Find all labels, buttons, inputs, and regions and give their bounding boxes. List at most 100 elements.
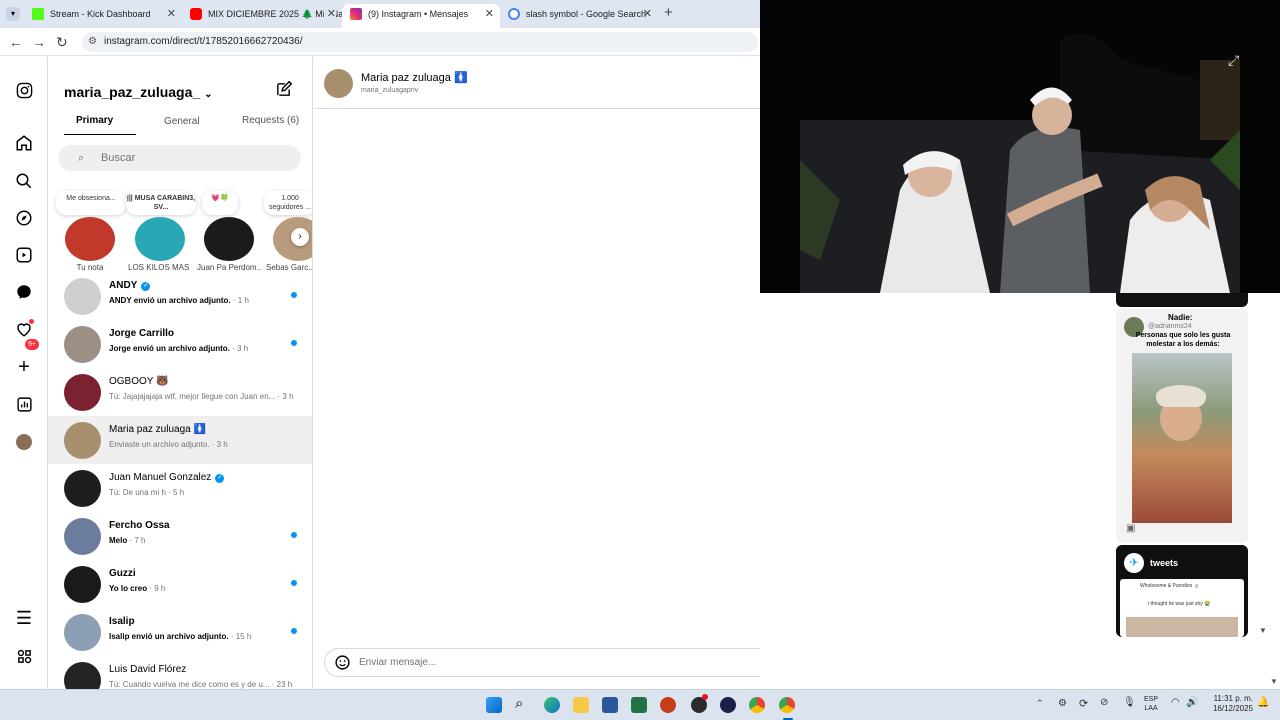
story-avatar[interactable] [204,217,254,261]
chat-avatar[interactable] [324,69,353,98]
next-arrow-icon[interactable]: › [291,228,309,246]
powerpoint-icon[interactable] [660,697,676,713]
note-bubble[interactable]: ||| MUSA CARABIN3, SV... [126,191,196,215]
word-icon[interactable] [602,697,618,713]
volume-icon[interactable]: 🔊 [1186,697,1198,708]
scroll-down-icon[interactable]: ▼ [1270,677,1278,686]
chevron-down-icon: ⌄ [204,89,213,100]
app-icon[interactable] [720,697,736,713]
conversation-preview: Isalip envió un archivo adjunto. · 15 h [109,632,252,641]
network-off-icon[interactable]: ⊘ [1100,697,1108,708]
reload-button[interactable]: ↻ [56,34,68,51]
messenger-icon[interactable] [14,282,34,302]
browser-tab-strip: ▾ Stream - Kick Dashboard ✕ MIX DICIEMBR… [0,0,760,28]
instagram-logo-icon[interactable] [14,80,34,100]
chat-panel: Maria paz zuluaga 🚺 maria_zuluagapriv [313,57,760,689]
conversation-name: Guzzi [109,568,136,579]
sync-icon[interactable]: ⟳ [1079,697,1088,710]
feed-card-video[interactable]: Nadie: @adrianmx24 Personas que solo les… [1116,309,1248,543]
account-switcher[interactable]: maria_paz_zuluaga_ ⌄ [64,84,212,100]
new-message-button[interactable] [275,80,293,103]
unread-dot [291,532,297,538]
conversation-name: Maria paz zuluaga 🚺 [109,424,206,435]
expand-icon[interactable]: ⤢ [1228,52,1239,69]
close-icon[interactable]: ✕ [481,4,494,24]
conversation-row[interactable]: ANDY ✓ ANDY envió un archivo adjunto. · 1… [48,272,312,320]
heart-icon[interactable] [14,319,34,339]
conversation-row[interactable]: Isalip Isalip envió un archivo adjunto. … [48,608,312,656]
windows-start-icon[interactable] [486,697,502,713]
avatar [64,614,101,651]
create-icon[interactable]: + [14,356,34,378]
conversation-row[interactable]: Jorge Carrillo Jorge envió un archivo ad… [48,320,312,368]
story-avatar[interactable] [135,217,185,261]
conversation-row[interactable]: Guzzi Yo lo creo · 9 h [48,560,312,608]
verified-badge-icon: ✓ [215,474,225,483]
close-icon[interactable]: ✕ [323,4,336,24]
notifications-icon[interactable]: 🔔 [1257,697,1269,708]
close-icon[interactable]: ✕ [643,4,652,24]
search-icon[interactable]: ⌕ [515,696,531,712]
input-language[interactable]: ESP LAA [1144,695,1158,713]
conversation-row[interactable]: Juan Manuel Gonzalez ✓ Tú: De una mi h · … [48,464,312,512]
note-bubble[interactable]: 1.000 seguidores ... [264,191,312,215]
forward-button[interactable]: → [32,34,46,50]
wifi-icon[interactable]: ◠ [1171,697,1180,708]
site-info-icon[interactable]: ⚙ [88,32,97,52]
chat-name[interactable]: Maria paz zuluaga 🚺 [361,71,468,84]
tab-search-button[interactable]: ▾ [6,7,20,21]
conversation-name: Luis David Flórez [109,664,187,675]
tab-kick[interactable]: Stream - Kick Dashboard ✕ [24,4,182,28]
unread-dot [291,292,297,298]
excel-icon[interactable] [631,697,647,713]
chat-header[interactable]: Maria paz zuluaga 🚺 maria_zuluagapriv [313,57,760,109]
address-toolbar: ← → ↻ ⚙ instagram.com/direct/t/178520166… [0,28,760,56]
tab-general[interactable]: General [164,116,200,127]
emoji-icon[interactable] [334,654,351,676]
avatar [64,422,101,459]
scroll-down-icon[interactable]: ▼ [1259,626,1267,635]
profile-avatar[interactable] [14,432,34,452]
conversation-name: Isalip [109,616,135,627]
edge-icon[interactable] [544,697,560,713]
explore-icon[interactable] [14,208,34,228]
story-avatar[interactable] [65,217,115,261]
mic-tray-icon[interactable]: 🎙 [1123,697,1136,708]
tab-google[interactable]: slash symbol - Google Search ✕ [500,4,658,28]
tab-instagram[interactable]: (9) Instagram • Mensajes ✕ [342,4,500,28]
tab-requests[interactable]: Requests (6) [242,115,299,126]
feed-card-tweets[interactable]: ✈ tweets Wholesome & Parodies 🍵 i though… [1116,545,1248,637]
inbox-panel: maria_paz_zuluaga_ ⌄ Primary General Req… [48,57,313,689]
url-field[interactable]: ⚙ instagram.com/direct/t/178520166627204… [82,32,758,52]
note-bubble[interactable]: 💗🍀 [202,191,238,215]
threads-icon[interactable] [14,646,34,666]
new-tab-button[interactable]: + [664,4,673,21]
chat-handle: maria_zuluagapriv [361,87,419,94]
conversation-row-selected[interactable]: Maria paz zuluaga 🚺 Enviaste un archivo … [48,416,312,464]
conversation-row[interactable]: Fercho Ossa Melo · 7 h [48,512,312,560]
file-explorer-icon[interactable] [573,697,589,713]
chrome-profile-icon[interactable] [779,697,795,713]
chevron-up-icon[interactable]: ⌃ [1036,698,1044,709]
tray-icon[interactable]: ⚙ [1058,698,1067,709]
home-icon[interactable] [14,133,34,153]
card-caption: Personas que solo les gusta molestar a l… [1135,332,1231,348]
chrome-icon[interactable] [749,697,765,713]
conversation-row[interactable]: OGBOOY 🐻 Tú: Jajajajajaja wtf, mejor lle… [48,368,312,416]
tab-youtube[interactable]: MIX DICIEMBRE 2025 🌲 Mix Na ✕ [182,4,342,28]
reels-icon[interactable] [14,245,34,265]
search-icon[interactable] [14,171,34,191]
close-icon[interactable]: ✕ [167,4,176,24]
kick-icon [32,8,44,20]
search-input[interactable]: ⌕ Buscar [58,145,301,171]
menu-icon[interactable]: ☰ [14,608,34,628]
card-image [1132,353,1232,523]
video-overlay[interactable]: ⤢ [760,0,1280,293]
conversation-row[interactable]: Luis David Flórez Tú: Cuando vuelva me d… [48,656,312,689]
dashboard-icon[interactable] [14,394,34,414]
tab-primary[interactable]: Primary [76,115,113,126]
note-bubble[interactable]: Me obsesiona... [56,191,126,215]
back-button[interactable]: ← [9,34,23,50]
active-tab-underline [64,134,136,135]
clock[interactable]: 11:31 p. m. 16/12/2025 [1205,694,1253,714]
